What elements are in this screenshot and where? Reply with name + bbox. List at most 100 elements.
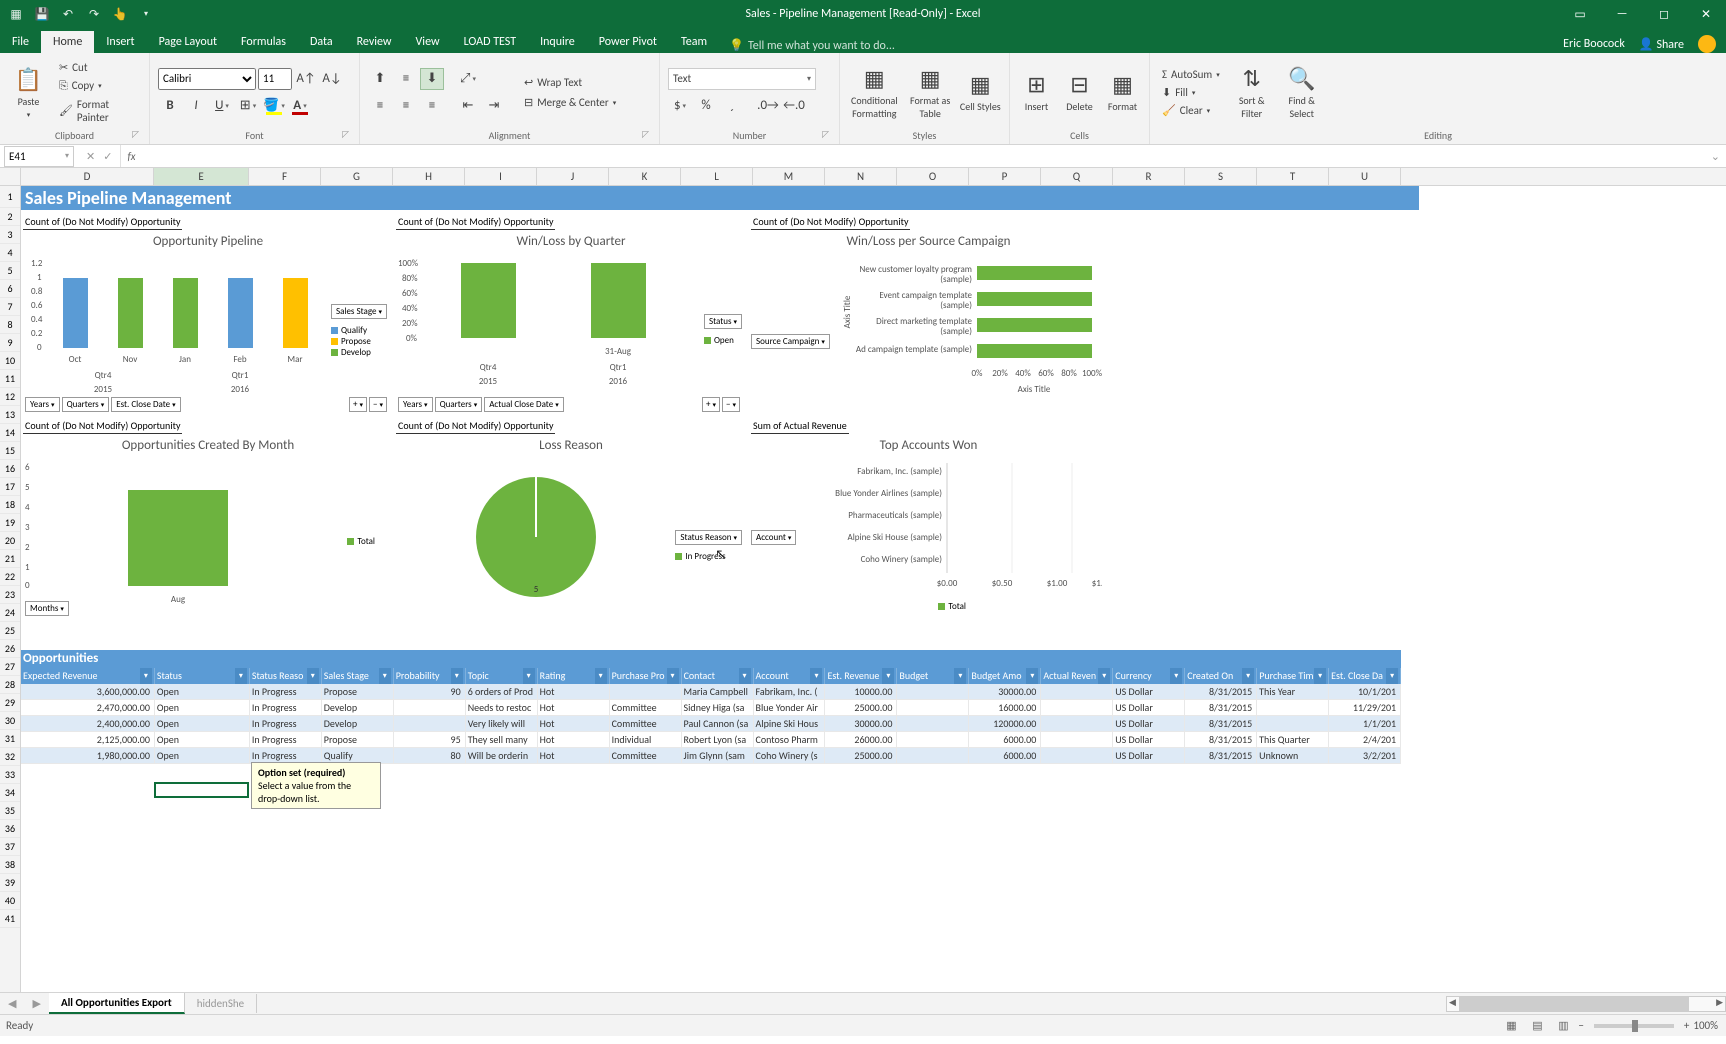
sort-filter-button[interactable]: ⇅Sort & Filter — [1230, 58, 1274, 126]
conditional-formatting-button[interactable]: ▦Conditional Formatting — [848, 58, 901, 126]
table-header-cell[interactable]: Currency — [1113, 668, 1185, 684]
table-header-cell[interactable]: Budget — [897, 668, 969, 684]
row-header[interactable]: 40 — [0, 892, 20, 910]
quarters-filter[interactable]: Quarters — [435, 397, 483, 412]
tab-team[interactable]: Team — [669, 31, 719, 53]
table-cell[interactable]: 8/31/2015 — [1185, 700, 1257, 716]
decrease-decimal-button[interactable]: ←.0 — [782, 95, 806, 117]
touch-mode-icon[interactable]: 👆 — [112, 7, 128, 22]
table-row[interactable]: 2,125,000.00OpenIn ProgressPropose95They… — [21, 732, 1401, 748]
status-reason-filter[interactable]: Status Reason — [675, 530, 742, 545]
align-center-button[interactable]: ≡ — [394, 95, 418, 117]
maximize-icon[interactable]: ◻ — [1644, 0, 1684, 28]
save-icon[interactable]: 💾 — [34, 7, 50, 22]
number-format-select[interactable]: Text — [668, 68, 816, 90]
insert-cells-button[interactable]: ⊞Insert — [1018, 58, 1055, 126]
tab-review[interactable]: Review — [345, 31, 404, 53]
column-header[interactable]: I — [465, 168, 537, 185]
table-header-cell[interactable]: Contact — [682, 668, 754, 684]
table-cell[interactable]: Hot — [538, 748, 610, 764]
column-header[interactable]: D — [21, 168, 154, 185]
cell-grid[interactable]: Sales Pipeline Management Count of (Do N… — [21, 186, 1726, 992]
wrap-text-button[interactable]: ↩Wrap Text — [520, 75, 620, 90]
row-header[interactable]: 15 — [0, 442, 20, 460]
drill-expand-button[interactable]: + — [349, 397, 367, 412]
tab-load-test[interactable]: LOAD TEST — [452, 31, 529, 53]
table-cell[interactable] — [394, 716, 466, 732]
dialog-launcher-icon[interactable]: ◸ — [822, 129, 829, 140]
table-header-cell[interactable]: Sales Stage — [322, 668, 394, 684]
table-cell[interactable]: US Dollar — [1113, 732, 1185, 748]
find-select-button[interactable]: 🔍Find & Select — [1280, 58, 1324, 126]
share-button[interactable]: 👤 Share — [1639, 37, 1684, 52]
sheet-nav-prev-icon[interactable]: ◀ — [0, 997, 24, 1010]
table-cell[interactable]: Robert Lyon (sa — [682, 732, 754, 748]
table-cell[interactable]: 2,470,000.00 — [21, 700, 155, 716]
table-cell[interactable]: Hot — [538, 684, 610, 700]
table-cell[interactable]: 80 — [394, 748, 466, 764]
fx-icon[interactable]: fx — [121, 150, 141, 163]
dialog-launcher-icon[interactable]: ◸ — [342, 129, 349, 140]
row-header[interactable]: 13 — [0, 406, 20, 424]
tab-file[interactable]: File — [0, 31, 41, 53]
row-header[interactable]: 39 — [0, 874, 20, 892]
row-header[interactable]: 25 — [0, 622, 20, 640]
table-cell[interactable]: 25000.00 — [825, 748, 897, 764]
table-cell[interactable]: US Dollar — [1113, 700, 1185, 716]
table-cell[interactable]: Sidney Higa (sa — [682, 700, 754, 716]
row-header[interactable]: 36 — [0, 820, 20, 838]
select-all-corner[interactable] — [0, 168, 21, 185]
fill-button[interactable]: ⬇Fill▾ — [1158, 85, 1224, 100]
table-header-cell[interactable]: Status — [155, 668, 250, 684]
table-cell[interactable]: Open — [155, 684, 250, 700]
zoom-in-button[interactable]: + — [1684, 1019, 1689, 1032]
row-header[interactable]: 24 — [0, 604, 20, 622]
feedback-icon[interactable] — [1698, 35, 1716, 53]
table-cell[interactable]: 95 — [394, 732, 466, 748]
row-header[interactable]: 14 — [0, 424, 20, 442]
table-cell[interactable]: Maria Campbell — [682, 684, 754, 700]
table-row[interactable]: 2,470,000.00OpenIn ProgressDevelopNeeds … — [21, 700, 1401, 716]
row-header[interactable]: 9 — [0, 334, 20, 352]
table-cell[interactable]: They sell many — [466, 732, 538, 748]
table-cell[interactable] — [897, 684, 969, 700]
row-header[interactable]: 8 — [0, 316, 20, 334]
table-cell[interactable]: Propose — [322, 684, 394, 700]
table-cell[interactable]: 8/31/2015 — [1185, 748, 1257, 764]
sheet-tab-hidden[interactable]: hiddenShe — [185, 994, 257, 1013]
row-header[interactable]: 22 — [0, 568, 20, 586]
table-header-cell[interactable]: Probability — [394, 668, 466, 684]
table-cell[interactable]: Hot — [538, 700, 610, 716]
expand-formula-bar-icon[interactable]: ⌄ — [1705, 150, 1726, 163]
orientation-button[interactable]: ⤢ — [456, 68, 480, 90]
row-header[interactable]: 28 — [0, 676, 20, 694]
underline-button[interactable]: U — [210, 95, 234, 117]
table-header-cell[interactable]: Budget Amo — [969, 668, 1041, 684]
table-header-cell[interactable]: Rating — [538, 668, 610, 684]
source-campaign-filter[interactable]: Source Campaign — [751, 334, 830, 349]
table-cell[interactable] — [897, 732, 969, 748]
table-cell[interactable] — [1041, 700, 1113, 716]
row-header[interactable]: 5 — [0, 262, 20, 280]
row-header[interactable]: 37 — [0, 838, 20, 856]
years-filter[interactable]: Years — [398, 397, 433, 412]
delete-cells-button[interactable]: ⊟Delete — [1061, 58, 1098, 126]
chart-top-accounts[interactable]: Sum of Actual Revenue Top Accounts Won A… — [751, 418, 1106, 618]
increase-indent-button[interactable]: ⇥ — [482, 95, 506, 117]
row-header[interactable]: 16 — [0, 460, 20, 478]
page-layout-view-button[interactable]: ▤ — [1526, 1017, 1548, 1035]
italic-button[interactable]: I — [184, 95, 208, 117]
chart-opportunity-pipeline[interactable]: Count of (Do Not Modify) Opportunity Opp… — [23, 214, 393, 414]
table-cell[interactable]: 16000.00 — [969, 700, 1041, 716]
table-cell[interactable]: 2,125,000.00 — [21, 732, 155, 748]
row-header[interactable]: 1 — [0, 186, 20, 208]
column-header[interactable]: H — [393, 168, 465, 185]
table-cell[interactable]: 90 — [394, 684, 466, 700]
table-row[interactable]: 2,400,000.00OpenIn ProgressDevelopVery l… — [21, 716, 1401, 732]
ribbon-options-icon[interactable]: ▭ — [1560, 0, 1600, 28]
font-size-input[interactable] — [258, 68, 292, 90]
align-bottom-button[interactable]: ⬇ — [420, 68, 444, 90]
table-cell[interactable]: Develop — [322, 700, 394, 716]
clear-button[interactable]: 🧹Clear▾ — [1158, 103, 1224, 118]
chart-loss-reason[interactable]: Count of (Do Not Modify) Opportunity Los… — [396, 418, 746, 618]
